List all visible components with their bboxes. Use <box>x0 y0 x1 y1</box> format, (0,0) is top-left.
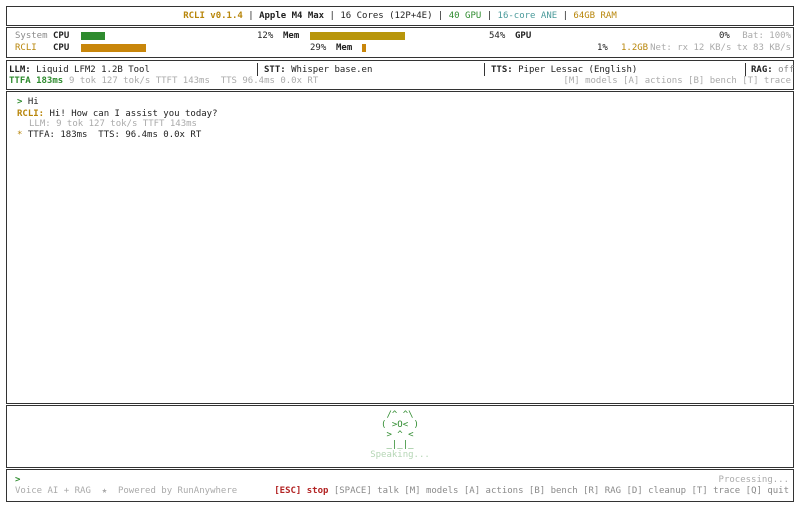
rcli-mem-percent: 1% <box>597 43 608 53</box>
divider <box>484 63 485 76</box>
app-version: RCLI v0.1.4 <box>183 11 243 21</box>
rcli-label: RCLI <box>15 43 37 53</box>
key-hints[interactable]: [SPACE] talk [M] models [A] actions [B] … <box>334 486 789 496</box>
mascot-line: /^ ^\ <box>386 410 414 420</box>
system-label: System <box>15 31 48 41</box>
assistant-message: RCLI: Hi! How can I assist you today? <box>17 109 218 119</box>
llm-stats-line: LLM: 9 tok 127 tok/s TTFT 143ms <box>29 119 197 129</box>
system-cpu-bar <box>81 32 105 40</box>
divider <box>257 63 258 76</box>
rcli-mem-bar <box>362 44 366 52</box>
separator: | <box>557 11 574 21</box>
system-gpu-label: GPU <box>515 31 532 41</box>
system-mem-label: Mem <box>283 31 300 41</box>
separator: | <box>242 11 260 21</box>
bullet-icon: * <box>17 130 23 140</box>
ram-info: 64GB RAM <box>573 11 617 21</box>
separator: | <box>432 11 449 21</box>
rcli-mem-label: Mem <box>336 43 353 53</box>
keybindings: [ESC] stop [SPACE] talk [M] models [A] a… <box>274 486 789 496</box>
system-cpu-percent: 12% <box>257 31 274 41</box>
footer-bar: > Processing... Voice AI + RAG ★ Powered… <box>6 469 794 502</box>
rcli-mem-size: 1.2GB <box>621 43 649 53</box>
tagline: Voice AI + RAG ★ Powered by RunAnywhere <box>15 486 238 496</box>
processing-status: Processing... <box>718 475 789 485</box>
model-info-panel: LLM: Liquid LFM2 1.2B Tool STT: Whisper … <box>6 60 794 90</box>
rcli-cpu-percent: 29% <box>310 43 327 53</box>
rcli-cpu-label: CPU <box>53 43 70 53</box>
user-message: > Hi <box>17 97 39 107</box>
system-mem-bar <box>310 32 405 40</box>
speaking-status: Speaking... <box>370 450 430 460</box>
mascot-panel: /^ ^\ ( >O< ) > ^ < _|_|_ Speaking... <box>6 405 794 468</box>
stats-panel: System CPU 12% Mem 54% GPU 0% Bat: 100% … <box>6 27 794 58</box>
system-gpu-percent: 0% <box>719 31 730 41</box>
divider <box>745 63 746 76</box>
user-prompt-icon: > <box>17 97 23 107</box>
separator: | <box>481 11 498 21</box>
esc-stop-key[interactable]: [ESC] stop <box>274 486 328 496</box>
mascot-line: ( >O< ) <box>381 420 419 430</box>
rag-status: RAG: off <box>751 65 795 75</box>
chat-panel[interactable]: > Hi RCLI: Hi! How can I assist you toda… <box>6 91 794 404</box>
mascot-line: _|_|_ <box>386 440 414 450</box>
network-status: Net: rx 12 KB/s tx 83 KB/s <box>650 43 791 53</box>
tts-model: TTS: Piper Lessac (English) <box>491 65 638 75</box>
core-count: 16 Cores (12P+4E) <box>340 11 433 21</box>
battery-status: Bat: 100% <box>742 31 791 41</box>
ttfa-line: * TTFA: 183ms TTS: 96.4ms 0.0x RT <box>17 130 202 140</box>
perf-stats: 9 tok 127 tok/s TTFT 143ms TTS 96.4ms 0.… <box>69 76 319 86</box>
mascot-ascii: /^ ^\ ( >O< ) > ^ < _|_|_ Speaking... <box>7 410 793 460</box>
ttfa-badge: TTFA 183ms <box>9 76 64 86</box>
stt-model: STT: Whisper base.en <box>264 65 373 75</box>
gpu-count: 40 GPU <box>448 11 482 21</box>
model-hints: [M] models [A] actions [B] bench [T] tra… <box>563 76 791 86</box>
rcli-cpu-bar <box>81 44 146 52</box>
separator: | <box>324 11 341 21</box>
mascot-line: > ^ < <box>386 430 414 440</box>
ane-info: 16-core ANE <box>497 11 558 21</box>
chip-name: Apple M4 Max <box>259 11 325 21</box>
input-prompt[interactable]: > <box>15 475 20 485</box>
header-bar: RCLI v0.1.4 | Apple M4 Max | 16 Cores (1… <box>6 6 794 26</box>
llm-model: LLM: Liquid LFM2 1.2B Tool <box>9 65 150 75</box>
system-cpu-label: CPU <box>53 31 70 41</box>
system-mem-percent: 54% <box>489 31 506 41</box>
